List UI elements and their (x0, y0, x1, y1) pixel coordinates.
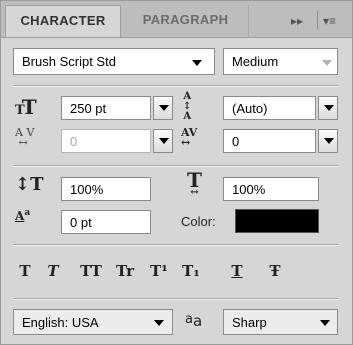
anti-alias-icon: aa (185, 312, 203, 330)
horizontal-scale-input[interactable]: 100% (223, 177, 319, 201)
chevron-down-icon (159, 105, 169, 111)
tab-character[interactable]: CHARACTER (5, 5, 121, 37)
chevron-down-icon (320, 320, 330, 326)
font-size-value: 250 pt (70, 100, 107, 116)
tracking-icon: AV ↔ (181, 126, 198, 149)
anti-alias-value: Sharp (232, 314, 267, 330)
language-value: English: USA (22, 314, 99, 330)
tab-paragraph[interactable]: PARAGRAPH (123, 5, 249, 37)
font-size-input[interactable]: 250 pt (61, 96, 151, 120)
expand-panel-icon[interactable]: ▸▸ (291, 9, 303, 33)
language-dropdown[interactable]: English: USA (13, 309, 173, 335)
chevron-down-icon (324, 105, 334, 111)
small-caps-button[interactable]: Tr (111, 259, 139, 283)
panel-menu-icon[interactable]: ▾≡ (323, 9, 336, 33)
divider (13, 166, 338, 167)
kerning-value: 0 (70, 133, 78, 149)
font-size-icon: TT (15, 95, 37, 119)
tracking-value: 0 (232, 133, 240, 149)
leading-input[interactable]: (Auto) (223, 96, 316, 120)
tracking-dropdown-button[interactable] (318, 129, 338, 153)
baseline-shift-input[interactable]: 0 pt (61, 210, 151, 234)
vertical-scale-value: 100% (70, 181, 104, 197)
leading-dropdown-button[interactable] (318, 96, 338, 120)
vertical-scale-icon: ↕T (15, 174, 44, 195)
font-family-dropdown[interactable]: Brush Script Std (13, 48, 215, 75)
all-caps-button[interactable]: TT (75, 259, 107, 283)
horizontal-scale-value: 100% (232, 181, 266, 197)
chevron-down-icon (154, 320, 164, 326)
color-label: Color: (181, 214, 216, 229)
kerning-icon: A V ↔ (15, 126, 35, 149)
chevron-down-icon (159, 138, 169, 144)
font-size-dropdown-button[interactable] (153, 96, 173, 120)
divider (13, 299, 338, 300)
tab-separator (317, 11, 318, 29)
leading-value: (Auto) (232, 100, 268, 116)
divider (13, 245, 338, 246)
font-style-dropdown[interactable]: Medium (223, 48, 338, 75)
chevron-down-icon (322, 60, 332, 66)
underline-button[interactable]: T (225, 259, 249, 283)
kerning-dropdown-button[interactable] (153, 129, 173, 153)
divider (13, 86, 338, 87)
panel-tab-bar: CHARACTER PARAGRAPH ▸▸ ▾≡ (1, 1, 352, 38)
faux-italic-button[interactable]: T (41, 259, 65, 283)
superscript-button[interactable]: T¹ (145, 259, 173, 283)
faux-bold-button[interactable]: T (13, 259, 37, 283)
chevron-down-icon (324, 138, 334, 144)
character-panel: CHARACTER PARAGRAPH ▸▸ ▾≡ Brush Script S… (0, 0, 353, 345)
strikethrough-button[interactable]: Ŧ (263, 259, 287, 283)
font-family-value: Brush Script Std (22, 54, 116, 69)
text-color-swatch[interactable] (235, 209, 319, 233)
subscript-button[interactable]: T₁ (177, 259, 205, 283)
vertical-scale-input[interactable]: 100% (61, 177, 151, 201)
tracking-input[interactable]: 0 (223, 129, 316, 153)
baseline-shift-value: 0 pt (70, 214, 92, 230)
anti-alias-dropdown[interactable]: Sharp (223, 309, 338, 335)
baseline-shift-icon: Aa (15, 208, 31, 223)
horizontal-scale-icon: T ↔ (187, 168, 202, 198)
font-style-value: Medium (232, 54, 279, 69)
kerning-input[interactable]: 0 (61, 129, 151, 153)
leading-icon: A ↕ A (183, 91, 192, 122)
chevron-down-icon (192, 60, 202, 66)
